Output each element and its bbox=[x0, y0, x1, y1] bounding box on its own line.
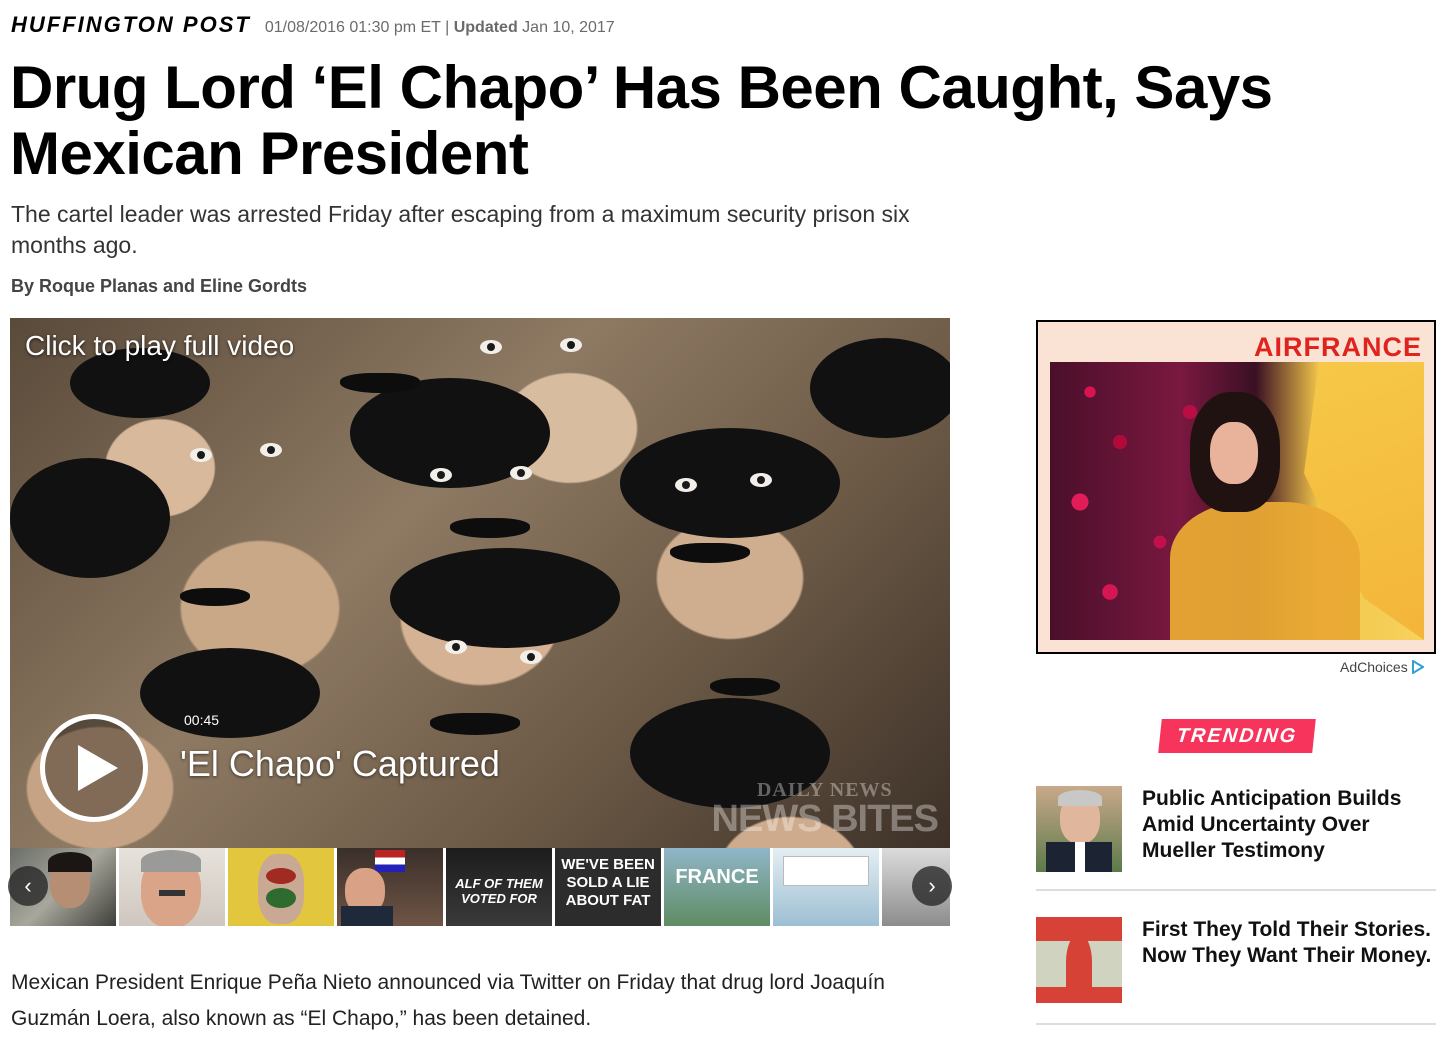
mask-hair bbox=[390, 548, 620, 648]
carousel-next-button[interactable]: › bbox=[912, 866, 952, 906]
thumb-caption: ALF OF THEM VOTED FOR bbox=[455, 876, 543, 906]
subhead: The cartel leader was arrested Friday af… bbox=[11, 201, 910, 258]
mask-mustache bbox=[710, 678, 780, 696]
play-button[interactable] bbox=[40, 714, 148, 822]
carousel-thumb[interactable] bbox=[228, 848, 334, 926]
divider bbox=[1036, 889, 1436, 891]
mask-mustache bbox=[670, 543, 750, 563]
ad-dress bbox=[1170, 502, 1360, 640]
mask-eye bbox=[260, 443, 282, 457]
trending-thumbnail[interactable] bbox=[1036, 786, 1122, 872]
mask-mustache bbox=[450, 518, 530, 538]
article-header: HUFFINGTON POST 01/08/2016 01:30 pm ET |… bbox=[11, 12, 615, 38]
article-body: Mexican President Enrique Peña Nieto ann… bbox=[11, 971, 885, 1030]
carousel-thumb[interactable]: WE'VE BEEN SOLD A LIE ABOUT FAT bbox=[555, 848, 661, 926]
thumb-caption: WE'VE BEEN SOLD A LIE ABOUT FAT bbox=[561, 856, 655, 909]
ad-choices-label: AdChoices bbox=[1340, 659, 1408, 675]
ad-brand-logo: AIRFRANCE bbox=[1254, 332, 1422, 362]
mask-hair bbox=[810, 338, 950, 438]
byline[interactable]: By Roque Planas and Eline Gordts bbox=[11, 276, 307, 297]
mask-mustache bbox=[340, 373, 420, 393]
mask-hair bbox=[140, 648, 320, 738]
carousel-thumb[interactable]: ALF OF THEM VOTED FOR bbox=[446, 848, 552, 926]
trending-title[interactable]: First They Told Their Stories. Now They … bbox=[1142, 917, 1436, 1003]
ad-face bbox=[1210, 422, 1258, 484]
play-icon bbox=[78, 745, 118, 791]
video-watermark: DAILY NEWS NEWS BITES bbox=[711, 779, 939, 840]
mask-eye bbox=[430, 468, 452, 482]
video-duration: 00:45 bbox=[184, 712, 220, 728]
carousel-prev-button[interactable]: ‹ bbox=[8, 866, 48, 906]
mask-eye bbox=[190, 448, 212, 462]
ad-choices-link[interactable]: AdChoices bbox=[1340, 659, 1424, 675]
mask-eye bbox=[445, 640, 467, 654]
dateline: 01/08/2016 01:30 pm ET | Updated Jan 10,… bbox=[265, 19, 615, 37]
ad-image bbox=[1050, 362, 1424, 640]
mask-eye bbox=[510, 466, 532, 480]
click-to-play-label[interactable]: Click to play full video bbox=[25, 330, 294, 362]
mask-mustache bbox=[430, 713, 520, 735]
thumb-caption: FRANCE bbox=[675, 866, 759, 888]
publish-date: 01/08/2016 01:30 pm ET | bbox=[264, 19, 450, 36]
site-logo[interactable]: HUFFINGTON POST bbox=[11, 12, 251, 38]
divider bbox=[1036, 1023, 1436, 1025]
adchoices-icon bbox=[1411, 660, 1424, 674]
trending-item[interactable]: Public Anticipation Builds Amid Uncertai… bbox=[1036, 786, 1436, 872]
trending-label: TRENDING bbox=[1158, 719, 1316, 753]
carousel-thumb[interactable] bbox=[773, 848, 879, 926]
trending-item[interactable]: First They Told Their Stories. Now They … bbox=[1036, 917, 1436, 1003]
headline: Drug Lord ‘El Chapo’ Has Been Caught, Sa… bbox=[10, 54, 1273, 187]
updated-date: Jan 10, 2017 bbox=[522, 19, 615, 36]
watermark-top: DAILY NEWS bbox=[756, 779, 893, 801]
chevron-right-icon: › bbox=[928, 873, 936, 898]
advertisement[interactable]: AIRFRANCE bbox=[1036, 320, 1436, 654]
carousel-thumb[interactable]: FRANCE bbox=[664, 848, 770, 926]
video-title[interactable]: 'El Chapo' Captured bbox=[180, 743, 500, 785]
mask-mustache bbox=[180, 588, 250, 606]
watermark-bottom: NEWS BITES bbox=[711, 798, 939, 840]
mask-hair bbox=[620, 428, 840, 538]
chevron-left-icon: ‹ bbox=[24, 873, 32, 898]
mask-hair bbox=[10, 458, 170, 578]
carousel-thumb[interactable] bbox=[337, 848, 443, 926]
mask-eye bbox=[560, 338, 582, 352]
trending-thumbnail[interactable] bbox=[1036, 917, 1122, 1003]
video-carousel: ALF OF THEM VOTED FOR WE'VE BEEN SOLD A … bbox=[10, 848, 950, 926]
mask-eye bbox=[520, 650, 542, 664]
updated-label: Updated bbox=[453, 19, 518, 36]
carousel-thumb[interactable] bbox=[119, 848, 225, 926]
mask-eye bbox=[675, 478, 697, 492]
mask-eye bbox=[750, 473, 772, 487]
video-player[interactable]: Click to play full video 00:45 'El Chapo… bbox=[10, 318, 950, 848]
mask-eye bbox=[480, 340, 502, 354]
trending-title[interactable]: Public Anticipation Builds Amid Uncertai… bbox=[1142, 786, 1436, 872]
